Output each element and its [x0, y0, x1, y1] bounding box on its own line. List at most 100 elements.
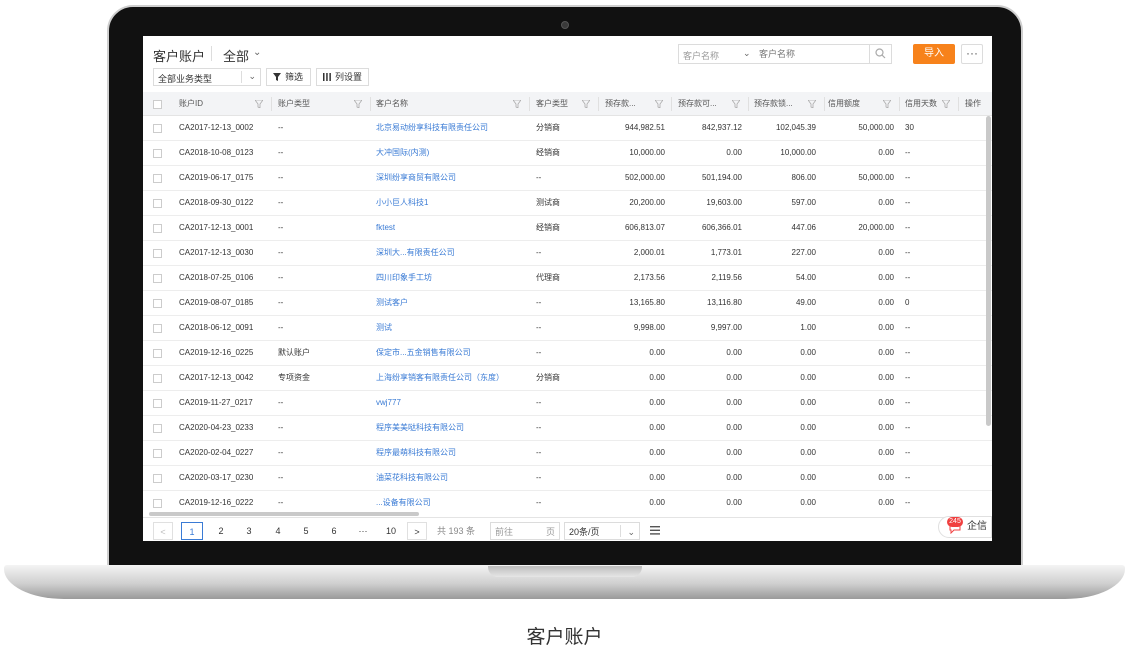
- biz-type-value: 全部业务类型: [158, 74, 213, 84]
- table-row[interactable]: CA2017-12-13_0030 -- 深圳大...有限责任公司 -- 2,000.0…: [143, 241, 992, 266]
- column-filter-icon[interactable]: [655, 100, 663, 108]
- row-checkbox[interactable]: [153, 474, 162, 483]
- row-checkbox[interactable]: [153, 149, 162, 158]
- col-header-actions[interactable]: 操作: [965, 92, 989, 116]
- col-header-prepaid-balance[interactable]: 预存款...: [605, 92, 669, 116]
- scope-dropdown[interactable]: 全部: [223, 46, 249, 65]
- page-6[interactable]: 6: [323, 522, 345, 540]
- cell-customer-name[interactable]: 程序最萌科技有限公司: [376, 441, 526, 465]
- column-filter-icon[interactable]: [513, 100, 521, 108]
- table-row[interactable]: CA2018-10-08_0123 -- 大冲国际(内测) 经销商 10,000.00 0…: [143, 141, 992, 166]
- select-all-checkbox[interactable]: [153, 100, 162, 109]
- more-button[interactable]: ···: [961, 44, 983, 64]
- search-button[interactable]: [869, 45, 891, 63]
- row-checkbox[interactable]: [153, 399, 162, 408]
- search-field-select[interactable]: 客户名称: [683, 49, 719, 62]
- col-header-label: 客户类型: [536, 99, 568, 108]
- cell-customer-name[interactable]: 北京易动纷享科技有限责任公司: [376, 116, 526, 140]
- cell-customer-name[interactable]: 大冲国际(内测): [376, 141, 526, 165]
- page-1[interactable]: 1: [181, 522, 203, 540]
- col-header-customer-name[interactable]: 客户名称: [376, 92, 527, 116]
- col-header-account-type[interactable]: 账户类型: [278, 92, 368, 116]
- horizontal-scrollbar[interactable]: [149, 512, 419, 516]
- col-header-prepaid-available[interactable]: 预存款可...: [678, 92, 746, 116]
- cell-customer-name[interactable]: 保定市...五金销售有限公司: [376, 341, 526, 365]
- table-row[interactable]: CA2018-09-30_0122 -- 小小巨人科技1 测试商 20,200.00 19…: [143, 191, 992, 216]
- row-checkbox[interactable]: [153, 499, 162, 508]
- table-row[interactable]: CA2018-06-12_0091 -- 测试 -- 9,998.00 9,997.00 1…: [143, 316, 992, 341]
- col-header-account-id[interactable]: 账户ID: [179, 92, 269, 116]
- col-header-customer-type[interactable]: 客户类型: [536, 92, 596, 116]
- column-filter-icon[interactable]: [255, 100, 263, 108]
- page-5[interactable]: 5: [295, 522, 317, 540]
- row-checkbox[interactable]: [153, 449, 162, 458]
- cell-customer-name[interactable]: 上海纷享销客有限责任公司（东度）: [376, 366, 526, 390]
- page-10[interactable]: 10: [381, 522, 401, 540]
- column-filter-icon[interactable]: [354, 100, 362, 108]
- column-filter-icon[interactable]: [732, 100, 740, 108]
- row-checkbox[interactable]: [153, 349, 162, 358]
- row-checkbox[interactable]: [153, 274, 162, 283]
- row-checkbox[interactable]: [153, 249, 162, 258]
- column-filter-icon[interactable]: [582, 100, 590, 108]
- cell-customer-name[interactable]: ...设备有限公司: [376, 491, 526, 514]
- table-row[interactable]: CA2019-12-16_0222 -- ...设备有限公司 -- 0.00 0.00 0.…: [143, 491, 992, 514]
- cell-customer-name[interactable]: vwj777: [376, 391, 526, 415]
- table-row[interactable]: CA2017-12-13_0042 专项资金 上海纷享销客有限责任公司（东度） 分销商…: [143, 366, 992, 391]
- col-header-credit-days[interactable]: 信用天数: [905, 92, 956, 116]
- table-row[interactable]: CA2019-06-17_0175 -- 深圳纷享商贸有限公司 -- 502,000.0…: [143, 166, 992, 191]
- column-settings-button[interactable]: 列设置: [316, 68, 369, 86]
- table-row[interactable]: CA2019-12-16_0225 默认账户 保定市...五金销售有限公司 -- 0.0…: [143, 341, 992, 366]
- row-checkbox[interactable]: [153, 199, 162, 208]
- biz-type-select[interactable]: 全部业务类型 ⌄: [153, 68, 261, 86]
- page-4[interactable]: 4: [267, 522, 289, 540]
- table-row[interactable]: CA2020-04-23_0233 -- 程序美美哒科技有限公司 -- 0.00 0.00…: [143, 416, 992, 441]
- table-row[interactable]: CA2020-02-04_0227 -- 程序最萌科技有限公司 -- 0.00 0.00 0…: [143, 441, 992, 466]
- table-row[interactable]: CA2018-07-25_0106 -- 四川印象手工坊 代理商 2,173.56 2,1…: [143, 266, 992, 291]
- search-input[interactable]: [759, 46, 867, 62]
- cell-customer-name[interactable]: 测试: [376, 316, 526, 340]
- row-checkbox[interactable]: [153, 324, 162, 333]
- page-3[interactable]: 3: [238, 522, 260, 540]
- cell-prepaid-locked: 806.00: [791, 173, 816, 182]
- qiye-chat-button[interactable]: 245 企信: [938, 516, 992, 538]
- col-header-credit-limit[interactable]: 信用额度: [828, 92, 897, 116]
- cell-customer-name[interactable]: fktest: [376, 216, 526, 240]
- cell-customer-name[interactable]: 四川印象手工坊: [376, 266, 526, 290]
- table-row[interactable]: CA2017-12-13_0002 -- 北京易动纷享科技有限责任公司 分销商 944,…: [143, 116, 992, 141]
- row-checkbox[interactable]: [153, 224, 162, 233]
- column-filter-icon[interactable]: [808, 100, 816, 108]
- jump-to-page-input[interactable]: 前往 页: [490, 522, 560, 540]
- cell-customer-name[interactable]: 深圳大...有限责任公司: [376, 241, 526, 265]
- prev-page-button[interactable]: <: [153, 522, 173, 540]
- table-row[interactable]: CA2019-11-27_0217 -- vwj777 -- 0.00 0.00 0.00 0…: [143, 391, 992, 416]
- table-row[interactable]: CA2017-12-13_0001 -- fktest 经销商 606,813.07 60…: [143, 216, 992, 241]
- filter-button[interactable]: 筛选: [266, 68, 311, 86]
- chevron-down-icon[interactable]: ⌄: [253, 47, 261, 58]
- page-2[interactable]: 2: [210, 522, 232, 540]
- table-row[interactable]: CA2020-03-17_0230 -- 油菜花科技有限公司 -- 0.00 0.00 0.…: [143, 466, 992, 491]
- list-menu-icon[interactable]: [647, 522, 663, 540]
- import-button[interactable]: 导入: [913, 44, 955, 64]
- next-page-button[interactable]: >: [407, 522, 427, 540]
- title-divider: [211, 46, 212, 61]
- row-checkbox[interactable]: [153, 424, 162, 433]
- page-ellipsis[interactable]: ···: [352, 522, 374, 540]
- row-checkbox[interactable]: [153, 299, 162, 308]
- row-checkbox[interactable]: [153, 374, 162, 383]
- cell-customer-name[interactable]: 小小巨人科技1: [376, 191, 526, 215]
- col-header-prepaid-locked[interactable]: 预存款锁...: [754, 92, 822, 116]
- vertical-scrollbar[interactable]: [986, 116, 991, 426]
- cell-customer-name[interactable]: 油菜花科技有限公司: [376, 466, 526, 490]
- select-divider: [241, 71, 242, 83]
- cell-customer-name[interactable]: 测试客户: [376, 291, 526, 315]
- row-checkbox[interactable]: [153, 124, 162, 133]
- table-row[interactable]: CA2019-08-07_0185 -- 测试客户 -- 13,165.80 13,116…: [143, 291, 992, 316]
- page-size-select[interactable]: 20条/页 ⌄: [564, 522, 640, 540]
- cell-customer-name[interactable]: 深圳纷享商贸有限公司: [376, 166, 526, 190]
- row-checkbox[interactable]: [153, 174, 162, 183]
- chevron-down-icon[interactable]: ⌄: [743, 48, 751, 59]
- column-filter-icon[interactable]: [942, 100, 950, 108]
- cell-customer-name[interactable]: 程序美美哒科技有限公司: [376, 416, 526, 440]
- column-filter-icon[interactable]: [883, 100, 891, 108]
